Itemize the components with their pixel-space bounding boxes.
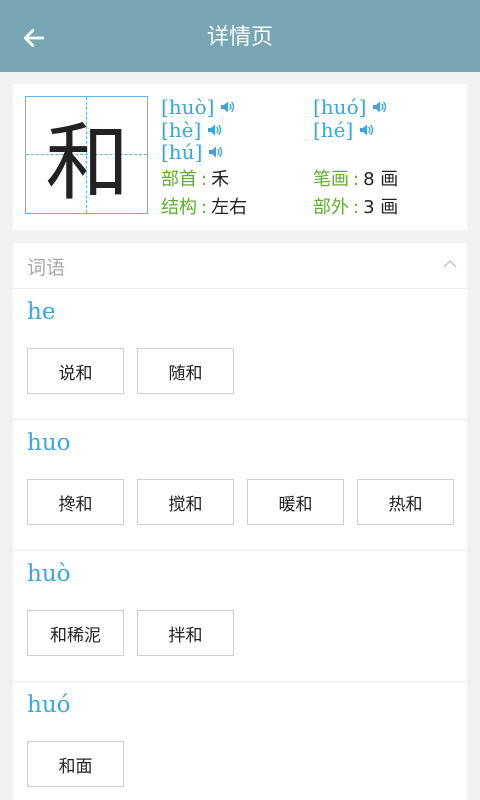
pinyin-text: [huó] <box>313 95 367 119</box>
speaker-icon[interactable] <box>359 123 375 137</box>
pinyin-item[interactable]: [huó] <box>313 96 388 118</box>
word-group-pinyin: huo <box>27 430 71 456</box>
character-grid-box: 和 <box>25 96 148 214</box>
words-section: 词语 he 说和 随和 huo 搀和 搅和 暖和 热和 huò 和稀泥 拌和 h… <box>13 243 467 800</box>
word-group-pinyin: huò <box>27 561 71 587</box>
pinyin-item[interactable]: [hú] <box>161 141 224 163</box>
word-chip[interactable]: 拌和 <box>137 610 234 656</box>
character-glyph: 和 <box>45 113 130 212</box>
pinyin-text: [hè] <box>161 118 202 142</box>
word-chip[interactable]: 搀和 <box>27 479 124 525</box>
attr-value: 8 画 <box>363 169 399 190</box>
attr-key: 部首 <box>161 169 197 190</box>
word-chip[interactable]: 和面 <box>27 741 124 787</box>
top-bar: 详情页 <box>0 0 480 72</box>
speaker-icon[interactable] <box>208 145 224 159</box>
speaker-icon[interactable] <box>207 123 223 137</box>
pinyin-item[interactable]: [huò] <box>161 96 236 118</box>
word-group-huo2: huó 和面 <box>13 682 467 800</box>
words-title: 词语 <box>27 257 66 279</box>
speaker-icon[interactable] <box>220 100 236 114</box>
word-chip[interactable]: 热和 <box>357 479 454 525</box>
word-group-he: he 说和 随和 <box>13 289 467 420</box>
attr-structure: 结构: 左右 <box>161 197 248 218</box>
word-group-huo: huo 搀和 搅和 暖和 热和 <box>13 420 467 551</box>
word-group-huo4: huò 和稀泥 拌和 <box>13 551 467 682</box>
word-chip[interactable]: 搅和 <box>137 479 234 525</box>
word-chip[interactable]: 说和 <box>27 348 124 394</box>
pinyin-text: [hé] <box>313 118 354 142</box>
pinyin-item[interactable]: [hé] <box>313 119 375 141</box>
attr-value: 左右 <box>211 197 248 218</box>
attr-value: 3 画 <box>363 197 399 218</box>
attr-key: 笔画 <box>313 169 349 190</box>
speaker-icon[interactable] <box>372 100 388 114</box>
words-header[interactable]: 词语 <box>13 243 467 289</box>
attr-key: 部外 <box>313 197 349 218</box>
pinyin-item[interactable]: [hè] <box>161 119 223 141</box>
character-card: 和 [huò] [huó] [hè] [hé] [hú] 部首: 禾 笔画:… <box>13 84 467 230</box>
chevron-up-icon[interactable] <box>443 259 457 269</box>
pinyin-text: [huò] <box>161 95 215 119</box>
word-chip[interactable]: 随和 <box>137 348 234 394</box>
word-chip[interactable]: 和稀泥 <box>27 610 124 656</box>
attr-strokes: 笔画:8 画 <box>313 169 399 190</box>
pinyin-text: [hú] <box>161 140 203 164</box>
word-group-pinyin: huó <box>27 692 71 718</box>
attr-radical: 部首: 禾 <box>161 169 230 190</box>
attr-key: 结构 <box>161 197 197 218</box>
attr-extra-strokes: 部外:3 画 <box>313 197 399 218</box>
page-title: 详情页 <box>206 25 273 50</box>
word-chip[interactable]: 暖和 <box>247 479 344 525</box>
word-group-pinyin: he <box>27 299 56 325</box>
attr-value: 禾 <box>211 169 230 190</box>
